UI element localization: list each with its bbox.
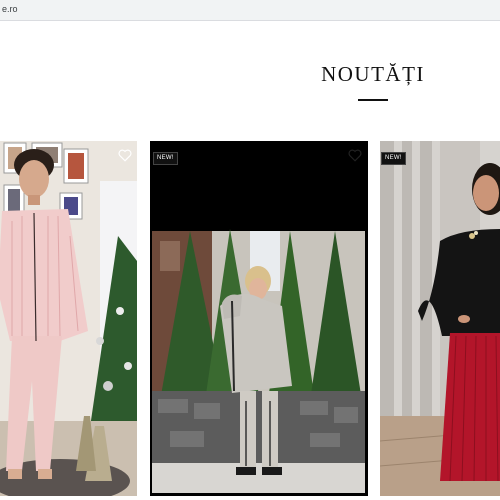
new-badge: NEW! — [153, 152, 178, 165]
product-image-pajamas[interactable] — [0, 141, 137, 496]
product-image-hoodie-tracksuit[interactable] — [150, 141, 368, 496]
product-card[interactable]: NEW! — [150, 141, 368, 496]
product-card[interactable]: NEW! — [380, 141, 500, 496]
url-text[interactable]: e.ro — [2, 4, 18, 14]
heart-icon[interactable] — [118, 149, 132, 162]
product-card[interactable] — [0, 141, 137, 496]
heart-icon[interactable] — [348, 149, 362, 162]
new-badge: NEW! — [381, 152, 406, 165]
title-divider — [358, 99, 388, 101]
browser-address-bar[interactable]: e.ro — [0, 0, 500, 21]
product-image-red-skirt[interactable] — [380, 141, 500, 496]
section-title: NOUTĂȚI — [321, 62, 425, 86]
